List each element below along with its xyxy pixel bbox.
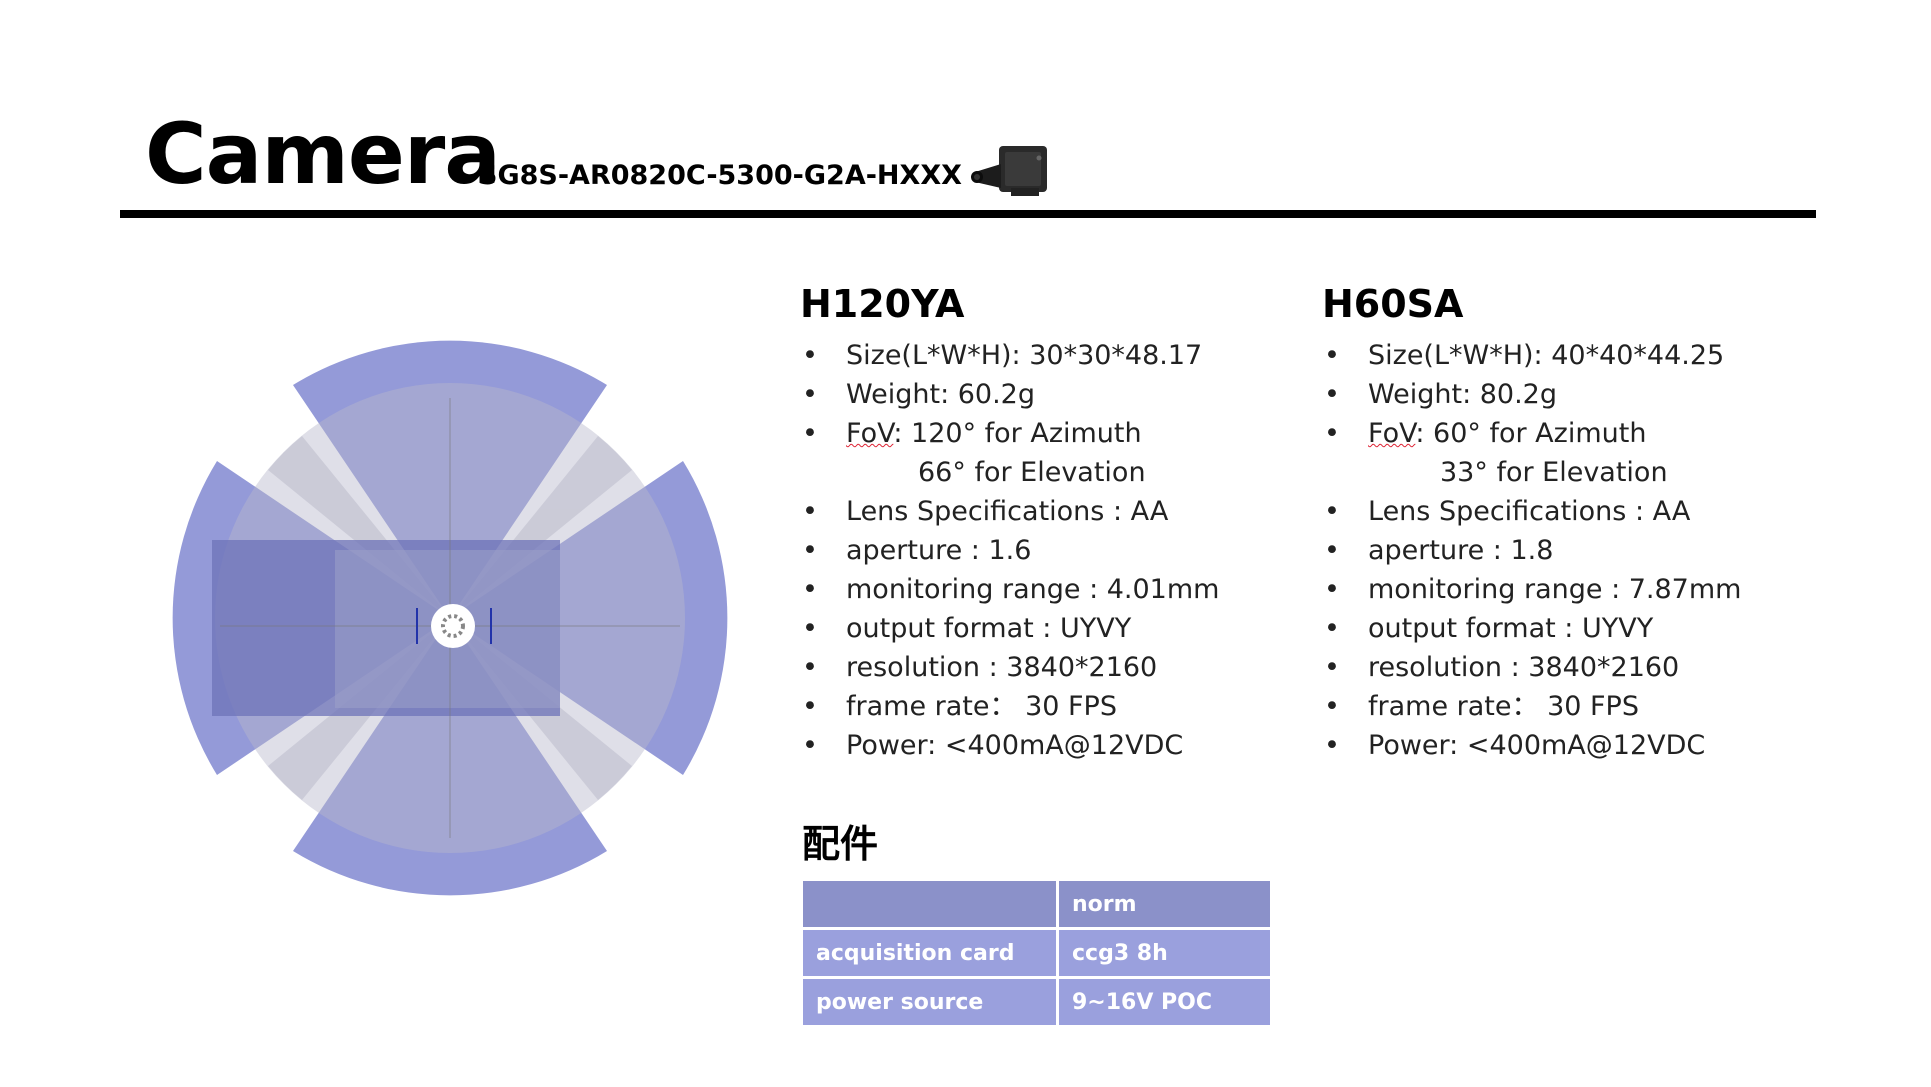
camera-module-icon	[971, 146, 1047, 196]
spec-lens: • Lens Specifications : AA	[802, 496, 1169, 527]
spec-list: • Size(L*W*H): 30*30*48.17 • Weight: 60.2g…	[800, 336, 1320, 765]
spec-size: • Size(L*W*H): 40*40*44.25	[1324, 340, 1725, 371]
spec-output: • output format : UYVY	[1324, 613, 1654, 644]
spec-list: • Size(L*W*H): 40*40*44.25 • Weight: 80.2g…	[1322, 336, 1842, 765]
spec-fov: • FoV: 60° for Azimuth	[1324, 418, 1647, 449]
spec-output: • output format : UYVY	[802, 613, 1132, 644]
table-cell: acquisition card	[800, 927, 1059, 979]
spec-range: • monitoring range : 7.87mm	[1324, 574, 1742, 605]
spec-fov-elevation: 66° for Elevation	[918, 457, 1146, 488]
table-cell: power source	[800, 976, 1059, 1028]
accessories-title: 配件	[802, 822, 879, 866]
accessories-table: norm acquisition card ccg3 8h power sour…	[800, 878, 1273, 1028]
table-cell: 9~16V POC	[1056, 976, 1273, 1028]
table-header-cell	[800, 878, 1059, 930]
table-row: acquisition card ccg3 8h	[800, 927, 1273, 979]
spec-aperture: • aperture : 1.8	[1324, 535, 1554, 566]
spec-weight: • Weight: 80.2g	[1324, 379, 1557, 410]
spec-column-h120ya: H120YA • Size(L*W*H): 30*30*48.17 • Weight…	[800, 282, 1320, 765]
spec-aperture: • aperture : 1.6	[802, 535, 1032, 566]
spec-column-h60sa: H60SA • Size(L*W*H): 40*40*44.25 • Weight:…	[1322, 282, 1842, 765]
spec-power: • Power: <400mA@12VDC	[1324, 730, 1706, 761]
spec-weight: • Weight: 60.2g	[802, 379, 1035, 410]
page-title: Camera	[145, 105, 501, 203]
fov-coverage-diagram	[172, 340, 728, 896]
spec-resolution: • resolution : 3840*2160	[1324, 652, 1680, 683]
spec-size: • Size(L*W*H): 30*30*48.17	[802, 340, 1203, 371]
spec-fov: • FoV: 120° for Azimuth	[802, 418, 1142, 449]
table-header-row: norm	[800, 878, 1273, 930]
spec-power: • Power: <400mA@12VDC	[802, 730, 1184, 761]
spec-range: • monitoring range : 4.01mm	[802, 574, 1220, 605]
table-header-cell: norm	[1056, 878, 1273, 930]
spec-title: H120YA	[800, 282, 965, 326]
spec-resolution: • resolution : 3840*2160	[802, 652, 1158, 683]
spec-fov-elevation: 33° for Elevation	[1440, 457, 1668, 488]
table-cell: ccg3 8h	[1056, 927, 1273, 979]
spec-frame-rate: • frame rate： 30 FPS	[1324, 691, 1639, 722]
header-divider	[120, 210, 1816, 218]
spec-frame-rate: • frame rate： 30 FPS	[802, 691, 1117, 722]
model-number: SG8S-AR0820C-5300-G2A-HXXX	[478, 160, 962, 191]
spec-lens: • Lens Specifications : AA	[1324, 496, 1691, 527]
spec-title: H60SA	[1322, 282, 1464, 326]
table-row: power source 9~16V POC	[800, 976, 1273, 1028]
